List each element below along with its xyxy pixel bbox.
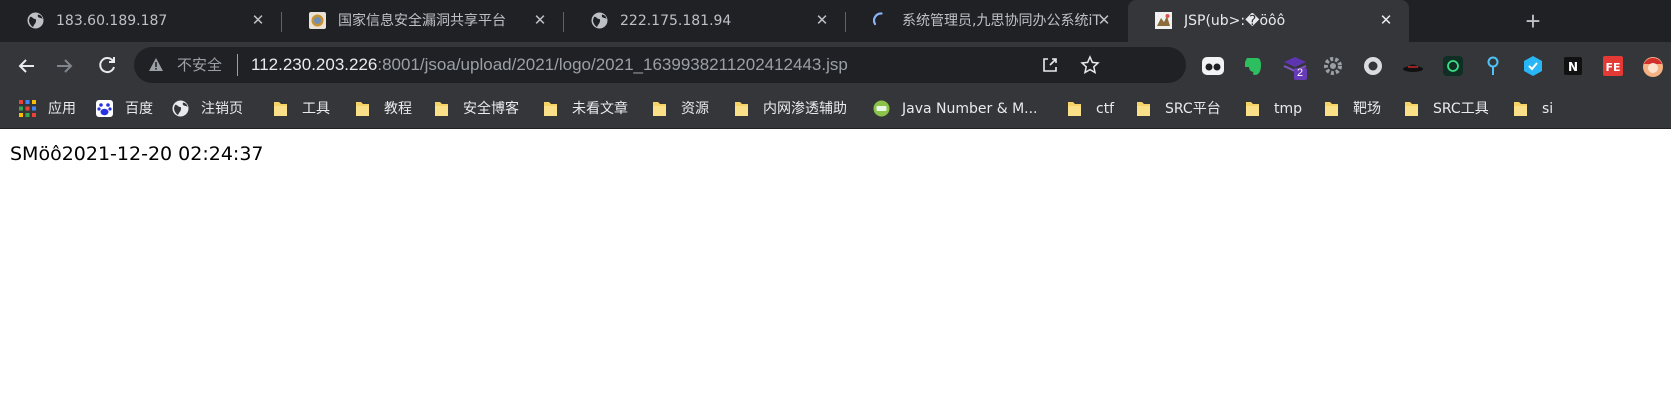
- tab-title: 系统管理员,九思协同办公系统iTh: [902, 13, 1102, 29]
- star-bookmark-icon[interactable]: [1080, 55, 1100, 75]
- close-icon[interactable]: ✕: [1377, 12, 1395, 30]
- extension-badge-icon[interactable]: 2: [1281, 54, 1307, 80]
- folder-icon: [652, 100, 669, 117]
- page-favicon-icon: [1155, 12, 1172, 29]
- folder-icon: [1513, 100, 1530, 117]
- bookmark-label: si: [1542, 101, 1554, 117]
- cnvd-logo-icon: [309, 12, 326, 29]
- gear-extension-icon[interactable]: [1321, 54, 1345, 78]
- bookmark-label: 教程: [384, 101, 412, 117]
- bookmark-label: 资源: [681, 101, 709, 117]
- bookmark-label: 内网渗透辅助: [763, 101, 847, 117]
- notion-icon[interactable]: N: [1561, 54, 1585, 78]
- tab-4[interactable]: 系统管理员,九思协同办公系统iTh ✕: [846, 0, 1127, 42]
- folder-icon: [1404, 100, 1421, 117]
- arrow-right-icon: [57, 59, 73, 73]
- tab-title: JSP(ub>:�öôô: [1184, 13, 1286, 29]
- warning-triangle-icon[interactable]: [148, 57, 164, 73]
- baidu-paw-icon: [96, 100, 113, 117]
- back-button[interactable]: [13, 52, 41, 80]
- page-body-text: SMöô2021-12-20 02:24:37: [10, 143, 264, 165]
- tab-title: 222.175.181.94: [620, 13, 732, 29]
- page-content: SMöô2021-12-20 02:24:37: [0, 130, 1671, 409]
- apps-grid-icon: [19, 100, 36, 117]
- close-icon[interactable]: ✕: [813, 12, 831, 30]
- bookmark-label: tmp: [1274, 101, 1303, 117]
- url-host: 112.230.203.226: [251, 55, 378, 74]
- bookmark-label: 未看文章: [572, 101, 628, 117]
- loading-spinner-icon: [872, 12, 890, 29]
- globe-icon: [27, 12, 44, 29]
- evernote-icon[interactable]: [1241, 54, 1265, 78]
- folder-icon: [355, 100, 372, 117]
- folder-icon: [1136, 100, 1153, 117]
- url-path: :8001/jsoa/upload/2021/logo/2021_1639938…: [377, 55, 848, 74]
- site-favicon-icon: [873, 100, 890, 117]
- tab-2[interactable]: 国家信息安全漏洞共享平台 ✕: [282, 0, 563, 42]
- folder-icon: [1067, 100, 1084, 117]
- extension-glasses-icon[interactable]: [1201, 54, 1225, 78]
- arrow-left-icon: [18, 59, 34, 73]
- folder-icon: [273, 100, 290, 117]
- divider: [237, 54, 238, 76]
- close-icon[interactable]: ✕: [249, 12, 267, 30]
- forward-button[interactable]: [50, 52, 78, 80]
- tab-title: 183.60.189.187: [56, 13, 168, 29]
- tab-strip: 183.60.189.187 ✕ 国家信息安全漏洞共享平台 ✕ 222.175.…: [0, 0, 1671, 42]
- location-pin-icon[interactable]: [1481, 54, 1505, 78]
- tab-title: 国家信息安全漏洞共享平台: [338, 13, 506, 29]
- bookmark-label: 靶场: [1353, 101, 1381, 117]
- close-icon[interactable]: ✕: [1095, 12, 1113, 30]
- share-icon[interactable]: [1040, 55, 1060, 75]
- reload-icon: [99, 57, 115, 74]
- circle-extension-icon[interactable]: [1361, 54, 1385, 78]
- security-label[interactable]: 不安全: [177, 56, 222, 74]
- new-tab-button[interactable]: +: [1519, 8, 1547, 34]
- bookmark-label: SRC工具: [1433, 101, 1489, 117]
- bookmark-label: 安全博客: [463, 101, 519, 117]
- address-bar[interactable]: 不安全 112.230.203.226:8001/jsoa/upload/202…: [134, 47, 1186, 83]
- profile-avatar-icon[interactable]: [1641, 54, 1665, 78]
- tab-1[interactable]: 183.60.189.187 ✕: [0, 0, 281, 42]
- svg-text:N: N: [1568, 60, 1578, 74]
- folder-icon: [434, 100, 451, 117]
- url-text[interactable]: 112.230.203.226:8001/jsoa/upload/2021/lo…: [251, 56, 848, 74]
- folder-icon: [1245, 100, 1262, 117]
- bookmark-label: 百度: [125, 101, 153, 117]
- fe-extension-icon[interactable]: FE: [1601, 54, 1625, 78]
- cube-extension-icon[interactable]: [1521, 54, 1545, 78]
- bookmark-label: ctf: [1096, 101, 1115, 117]
- reload-button[interactable]: [93, 52, 121, 80]
- tab-3[interactable]: 222.175.181.94 ✕: [564, 0, 845, 42]
- bookmark-label: 应用: [48, 101, 76, 117]
- hat-extension-icon[interactable]: [1401, 54, 1425, 78]
- circuit-extension-icon[interactable]: [1441, 54, 1465, 78]
- globe-icon: [591, 12, 608, 29]
- bookmark-label: 注销页: [201, 101, 243, 117]
- bookmark-label: 工具: [302, 101, 330, 117]
- folder-icon: [543, 100, 560, 117]
- bookmark-label: Java Number & M...: [902, 101, 1038, 117]
- close-icon[interactable]: ✕: [531, 12, 549, 30]
- bookmark-label: SRC平台: [1165, 101, 1221, 117]
- globe-icon: [172, 100, 189, 117]
- bookmarks-bar: 应用 百度 注销页 工具 教程 安全博客 未看文章 资源 内网渗透辅助 Java…: [0, 90, 1671, 129]
- browser-toolbar: 不安全 112.230.203.226:8001/jsoa/upload/202…: [0, 42, 1671, 90]
- extension-badge-count: 2: [1297, 67, 1304, 79]
- svg-text:FE: FE: [1605, 61, 1620, 74]
- tab-5-active[interactable]: JSP(ub>:�öôô ✕: [1128, 0, 1409, 42]
- folder-icon: [734, 100, 751, 117]
- folder-icon: [1324, 100, 1341, 117]
